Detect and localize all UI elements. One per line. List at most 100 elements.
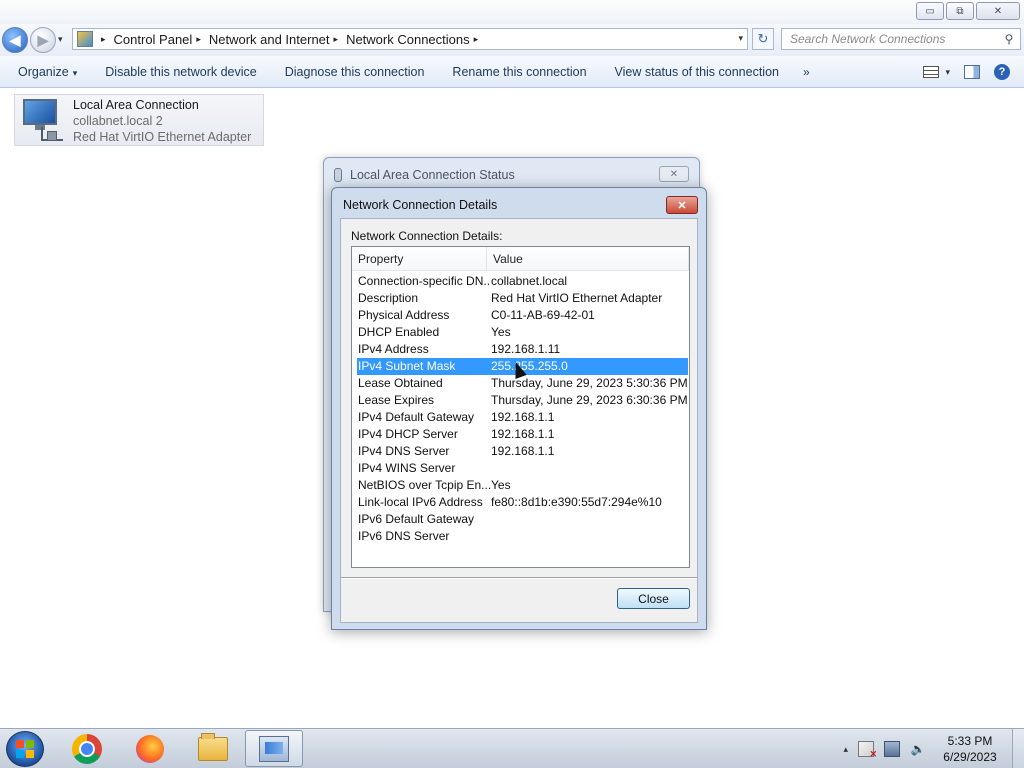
search-icon[interactable]: ⚲ bbox=[998, 32, 1020, 46]
value-cell: 192.168.1.11 bbox=[491, 342, 561, 356]
property-cell: Lease Obtained bbox=[358, 376, 443, 390]
details-list[interactable]: Property Value Connection-specific DN...… bbox=[351, 246, 690, 568]
value-column-header[interactable]: Value bbox=[487, 247, 689, 271]
network-adapter-icon bbox=[19, 97, 67, 145]
maximize-button[interactable]: ⧉ bbox=[946, 2, 974, 20]
command-bar: Organize ▾ Disable this network device Di… bbox=[0, 56, 1024, 88]
close-window-button[interactable]: ✕ bbox=[976, 2, 1020, 20]
value-cell: collabnet.local bbox=[491, 274, 568, 288]
breadcrumb-network-and-internet[interactable]: Network and Internet bbox=[209, 32, 330, 47]
close-button[interactable]: Close bbox=[617, 588, 690, 609]
preview-pane-icon[interactable] bbox=[964, 65, 980, 79]
taskbar-chrome[interactable] bbox=[58, 730, 116, 767]
connection-status-icon bbox=[334, 168, 342, 182]
address-bar[interactable]: ▸ Control Panel ▸ Network and Internet ▸… bbox=[72, 28, 748, 50]
clock-time: 5:33 PM bbox=[947, 734, 993, 748]
show-desktop-button[interactable] bbox=[1012, 729, 1024, 768]
taskbar: ▴ 🔈 5:33 PM 6/29/2023 bbox=[0, 728, 1024, 768]
table-row[interactable]: Link-local IPv6 Address fe80::8d1b:e390:5… bbox=[357, 494, 688, 511]
address-dropdown[interactable]: ▾ bbox=[738, 33, 743, 44]
monitor-shape bbox=[23, 99, 57, 125]
rename-button[interactable]: Rename this connection bbox=[438, 65, 600, 79]
breadcrumb-control-panel[interactable]: Control Panel bbox=[114, 32, 193, 47]
divider bbox=[341, 577, 697, 579]
property-cell: Link-local IPv6 Address bbox=[358, 495, 483, 509]
back-button[interactable]: ◀ bbox=[2, 27, 28, 53]
table-row[interactable]: IPv6 DNS Server bbox=[357, 528, 688, 545]
connection-name: Local Area Connection bbox=[73, 98, 199, 112]
taskbar-firefox[interactable] bbox=[121, 730, 179, 767]
system-tray: ▴ 🔈 5:33 PM 6/29/2023 bbox=[843, 729, 1024, 768]
details-dialog-title: Network Connection Details bbox=[343, 198, 498, 212]
table-row[interactable]: IPv4 Address 192.168.1.11 bbox=[357, 341, 688, 358]
value-cell: Yes bbox=[491, 478, 511, 492]
status-dialog-title-text: Local Area Connection Status bbox=[350, 168, 515, 182]
value-cell: fe80::8d1b:e390:55d7:294e%10 bbox=[491, 495, 662, 509]
status-dialog-close-button[interactable]: ✕ bbox=[659, 166, 689, 182]
recent-pages-dropdown[interactable]: ▾ bbox=[58, 34, 63, 45]
diagnose-button[interactable]: Diagnose this connection bbox=[271, 65, 439, 79]
search-input[interactable] bbox=[782, 32, 998, 46]
property-cell: Physical Address bbox=[358, 308, 450, 322]
details-label: Network Connection Details: bbox=[351, 229, 503, 243]
minimize-button[interactable]: ▭ bbox=[916, 2, 944, 20]
connection-adapter: Red Hat VirtIO Ethernet Adapter bbox=[73, 130, 252, 144]
details-dialog: Network Connection Details ✕ Network Con… bbox=[331, 187, 707, 630]
breadcrumb-network-connections[interactable]: Network Connections bbox=[346, 32, 470, 47]
property-column-header[interactable]: Property bbox=[352, 247, 487, 271]
search-box[interactable]: ⚲ bbox=[781, 28, 1021, 50]
refresh-button[interactable]: ↻ bbox=[752, 28, 774, 50]
firefox-icon bbox=[136, 734, 164, 763]
property-cell: IPv6 DNS Server bbox=[358, 529, 450, 543]
table-row[interactable]: Physical Address C0-11-AB-69-42-01 bbox=[357, 307, 688, 324]
table-row[interactable]: IPv4 DHCP Server 192.168.1.1 bbox=[357, 426, 688, 443]
value-cell bbox=[491, 460, 688, 477]
property-cell: Connection-specific DN... bbox=[358, 274, 491, 288]
table-row[interactable]: Connection-specific DN... collabnet.local bbox=[357, 273, 688, 290]
network-icon[interactable] bbox=[884, 741, 900, 757]
details-dialog-close-icon[interactable]: ✕ bbox=[666, 196, 698, 214]
property-cell: IPv4 WINS Server bbox=[358, 461, 456, 475]
show-hidden-icons-icon[interactable]: ▴ bbox=[843, 744, 848, 755]
volume-icon[interactable]: 🔈 bbox=[910, 741, 926, 757]
value-cell: 192.168.1.1 bbox=[491, 427, 555, 441]
property-cell: Description bbox=[358, 291, 419, 305]
table-row[interactable]: Lease Obtained Thursday, June 29, 2023 5:… bbox=[357, 375, 688, 392]
forward-button[interactable]: ▶ bbox=[30, 27, 56, 53]
value-cell: Yes bbox=[491, 325, 511, 339]
connection-network: collabnet.local 2 bbox=[73, 114, 163, 128]
organize-menu[interactable]: Organize ▾ bbox=[0, 65, 91, 79]
local-area-connection-item[interactable]: Local Area Connection collabnet.local 2 … bbox=[14, 94, 264, 146]
table-row[interactable]: IPv4 DNS Server 192.168.1.1 bbox=[357, 443, 688, 460]
taskbar-explorer[interactable] bbox=[184, 730, 242, 767]
table-row[interactable]: NetBIOS over Tcpip En... Yes bbox=[357, 477, 688, 494]
more-commands-button[interactable]: » bbox=[793, 65, 820, 79]
breadcrumb-separator[interactable]: ▸ bbox=[101, 34, 106, 45]
view-controls: ▾ ? bbox=[923, 56, 1024, 88]
control-panel-icon bbox=[77, 31, 93, 47]
disable-device-button[interactable]: Disable this network device bbox=[91, 65, 270, 79]
view-status-button[interactable]: View status of this connection bbox=[601, 65, 793, 79]
windows-logo-icon bbox=[16, 740, 34, 758]
table-row[interactable]: DHCP Enabled Yes bbox=[357, 324, 688, 341]
start-button[interactable] bbox=[6, 731, 44, 767]
table-row[interactable]: Lease Expires Thursday, June 29, 2023 6:3… bbox=[357, 392, 688, 409]
address-row: ◀ ▶ ▾ ▸ Control Panel ▸ Network and Inte… bbox=[0, 24, 1024, 56]
property-cell: IPv4 DNS Server bbox=[358, 444, 450, 458]
breadcrumb-separator[interactable]: ▸ bbox=[334, 34, 339, 45]
clock-date: 6/29/2023 bbox=[943, 750, 997, 764]
table-row[interactable]: IPv4 Default Gateway 192.168.1.1 bbox=[357, 409, 688, 426]
change-view-button[interactable]: ▾ bbox=[923, 66, 950, 78]
breadcrumb-separator[interactable]: ▸ bbox=[196, 34, 201, 45]
table-row[interactable]: IPv6 Default Gateway bbox=[357, 511, 688, 528]
value-cell: 192.168.1.1 bbox=[491, 410, 555, 424]
action-center-icon[interactable] bbox=[858, 741, 877, 760]
plug-shape bbox=[47, 131, 57, 141]
breadcrumb-separator[interactable]: ▸ bbox=[474, 34, 479, 45]
table-row[interactable]: IPv4 WINS Server bbox=[357, 460, 688, 477]
clock[interactable]: 5:33 PM 6/29/2023 bbox=[936, 733, 1004, 765]
table-row[interactable]: Description Red Hat VirtIO Ethernet Adapt… bbox=[357, 290, 688, 307]
taskbar-control-panel[interactable] bbox=[245, 730, 303, 767]
value-cell bbox=[491, 528, 688, 545]
help-icon[interactable]: ? bbox=[994, 64, 1010, 80]
